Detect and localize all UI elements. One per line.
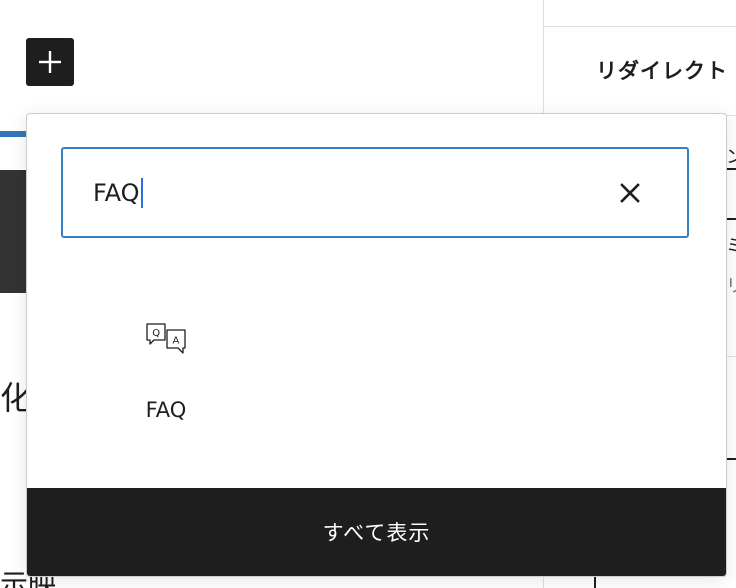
sidebar-text-fragment: リ	[726, 276, 736, 297]
text-caret	[140, 178, 143, 208]
sidebar-input-edge	[726, 218, 736, 220]
search-input[interactable]: FAQ	[93, 175, 143, 211]
svg-text:Q: Q	[152, 328, 160, 339]
sidebar-text-fragment: ミ	[726, 236, 736, 257]
divider	[544, 26, 736, 27]
editor-canvas: 化 示映 リダイレクト ン ミ リ FAQ Q A FAQ すべて表示	[0, 0, 736, 588]
search-input-value: FAQ	[93, 179, 140, 207]
block-search-field[interactable]: FAQ	[61, 147, 689, 238]
svg-text:A: A	[173, 336, 180, 347]
faq-icon: Q A	[146, 323, 186, 354]
add-block-button[interactable]	[26, 38, 74, 86]
block-inserter-popover: FAQ Q A FAQ すべて表示	[26, 113, 727, 577]
close-icon	[620, 183, 640, 203]
sidebar-input-edge	[726, 168, 736, 170]
browse-all-button[interactable]: すべて表示	[27, 488, 726, 576]
clear-search-button[interactable]	[611, 174, 649, 212]
block-result-faq[interactable]: Q A FAQ	[111, 312, 221, 432]
sidebar-text-fragment: ン	[726, 147, 736, 168]
sidebar-panel-title[interactable]: リダイレクト	[596, 55, 728, 85]
plus-icon	[39, 51, 61, 73]
block-result-label: FAQ	[145, 398, 187, 422]
sidebar-input-edge	[726, 458, 736, 460]
